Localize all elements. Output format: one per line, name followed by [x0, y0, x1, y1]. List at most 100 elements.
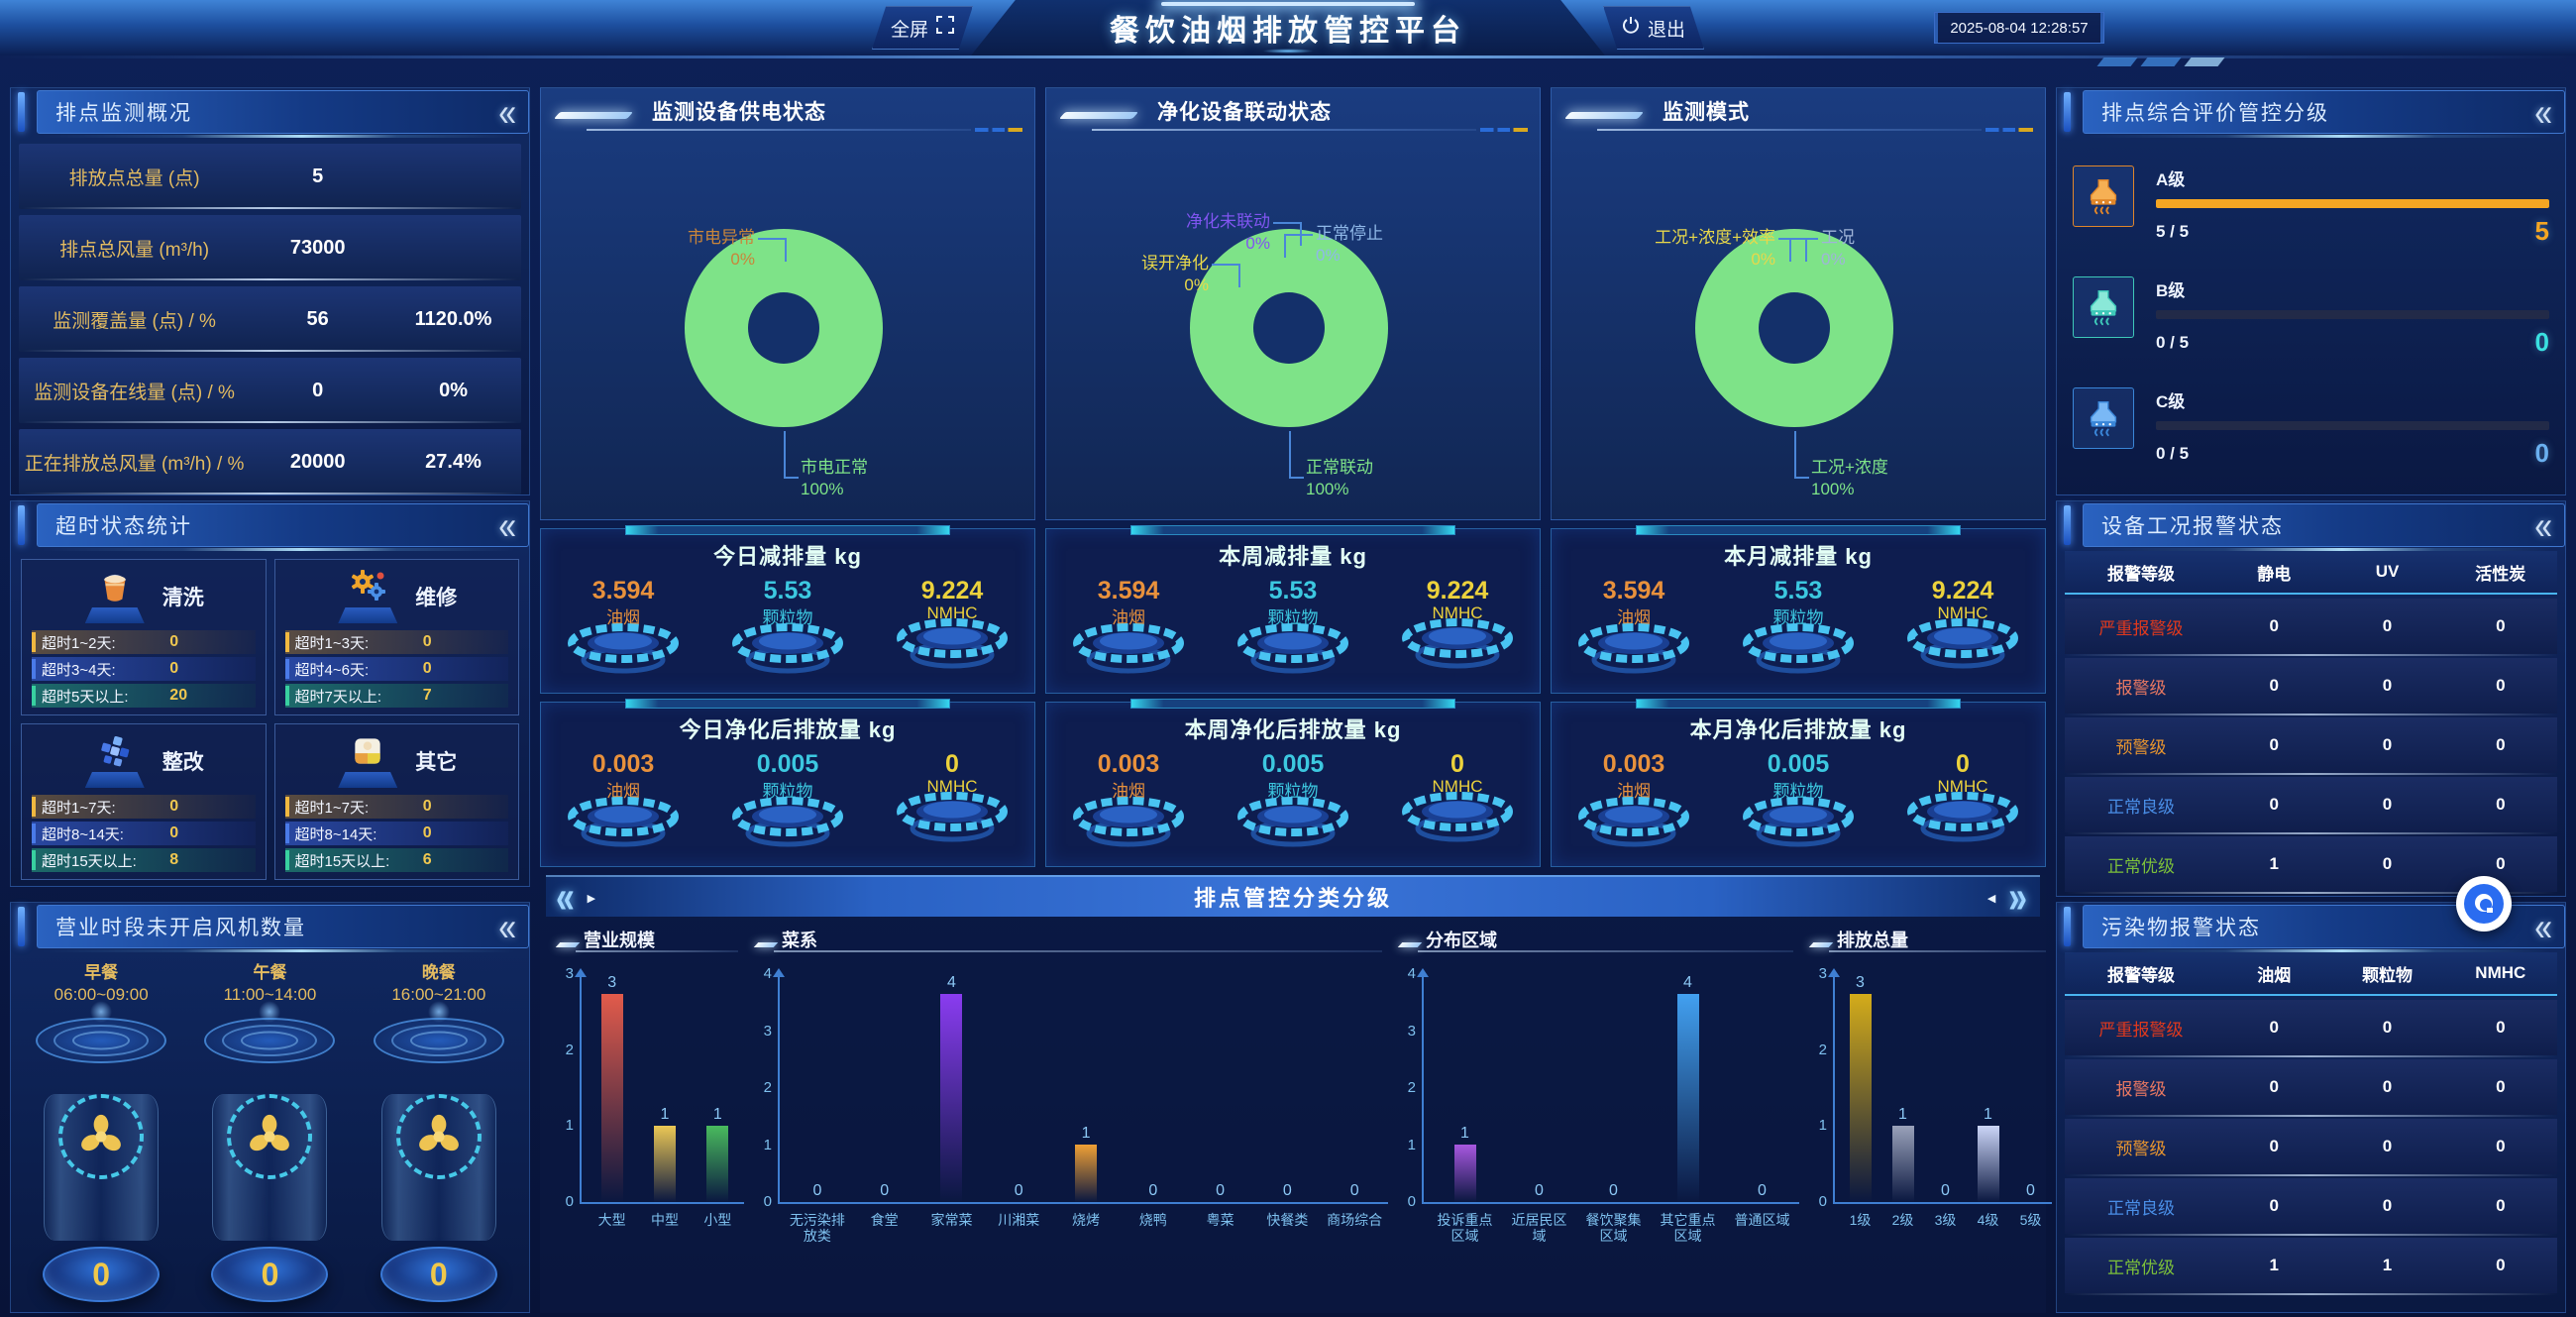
- fan-count-value: 0: [380, 1247, 497, 1302]
- bar-category-label: 家常菜: [918, 1206, 986, 1244]
- overview-row-label: 监测覆盖量 (点) / %: [19, 306, 250, 333]
- table-cell-value: 0: [2444, 1256, 2557, 1275]
- bar-category-label: 1级: [1839, 1206, 1881, 1228]
- table-header-cell: UV: [2330, 562, 2443, 582]
- assistant-floating-button[interactable]: [2456, 876, 2512, 932]
- rating-ratio: 5 / 5: [2156, 222, 2189, 242]
- logout-label: 退出: [1648, 15, 1685, 42]
- timeout-card-head: 其它: [285, 730, 509, 792]
- timeout-stat-row: 超时8~14天:0: [32, 822, 256, 845]
- timeout-stat-value: 0: [423, 798, 432, 816]
- rating-progress-track: [2156, 310, 2549, 319]
- y-tick-label: 4: [748, 965, 772, 982]
- timeout-stat-label: 超时5天以上:: [42, 686, 169, 707]
- rating-ratio: 0 / 5: [2156, 333, 2189, 353]
- table-cell-value: 1: [2217, 1256, 2330, 1275]
- pedestal-icon: [1375, 623, 1540, 676]
- pedestal-icon: [1375, 797, 1540, 849]
- bar-category-label: 餐饮聚集区域: [1576, 1206, 1651, 1244]
- bar-category-label: 小型: [692, 1206, 744, 1228]
- rating-item: B级0 / 50: [2073, 276, 2549, 358]
- metric-value: 3.594: [1552, 577, 1716, 605]
- timeout-card-name: 其它: [415, 746, 457, 776]
- table-row: 严重报警级000: [2065, 1000, 2557, 1055]
- collapse-chevron-icon[interactable]: «: [498, 907, 516, 946]
- timeout-stat-row: 超时8~14天:0: [285, 822, 509, 845]
- ripple-decoration: [200, 1015, 339, 1066]
- bar: [654, 1126, 676, 1202]
- bar-value-label: 1: [661, 1106, 670, 1124]
- slice-percent: 0%: [1655, 249, 1775, 271]
- table-cell-value: 0: [2444, 616, 2557, 636]
- bar-slot: 0: [1502, 974, 1576, 1202]
- panel-timeout-stats: 超时状态统计 « 清洗超时1~2天:0超时3~4天:0超时5天以上:20维修超时…: [10, 500, 530, 887]
- rating-grade-label: B级: [2156, 276, 2549, 301]
- ripple-decoration: [32, 1015, 170, 1066]
- bar-slot: 1: [1967, 974, 2009, 1202]
- bar-value-label: 1: [1898, 1106, 1907, 1124]
- title-container: 餐饮油烟排放管控平台: [971, 0, 1605, 55]
- prev-page-arrows: « ▸: [556, 877, 597, 919]
- table-cell-value: 0: [2217, 735, 2330, 755]
- panel-title-text: 排点监测概况: [55, 97, 192, 127]
- collapse-chevron-icon[interactable]: «: [2534, 907, 2552, 946]
- timeout-stat-value: 0: [169, 824, 178, 842]
- assistant-logo-icon: [2464, 884, 2504, 924]
- classification-title: 排点管控分类分级: [1194, 881, 1392, 913]
- table-cell-value: 0: [2330, 1077, 2443, 1097]
- bar-value-label: 1: [713, 1106, 722, 1124]
- pedestal-icon: [1880, 623, 2045, 676]
- range-hood-icon: [2073, 276, 2134, 338]
- table-row: 预警级000: [2065, 1119, 2557, 1174]
- emission-card-title: 今日净化后排放量 kg: [541, 713, 1034, 744]
- rating-item: C级0 / 50: [2073, 387, 2549, 469]
- metric-value: 0: [1375, 750, 1540, 779]
- collapse-chevron-icon[interactable]: «: [498, 505, 516, 545]
- timeout-stat-label: 超时1~3天:: [295, 632, 423, 653]
- rating-main: A级5 / 55: [2156, 165, 2549, 247]
- overview-rows: 排放点总量 (点)5 排点总风量 (m³/h)73000 监测覆盖量 (点) / %…: [11, 136, 529, 494]
- collapse-chevron-icon[interactable]: «: [2534, 92, 2552, 132]
- pedestal-icon: [1211, 802, 1375, 854]
- timeout-card-name: 维修: [415, 582, 457, 611]
- bar-slot: 1: [692, 974, 744, 1202]
- bar-value-label: 0: [2026, 1182, 2035, 1200]
- fullscreen-button[interactable]: 全屏: [872, 6, 973, 50]
- play-right-icon[interactable]: ▸: [588, 889, 598, 907]
- y-tick-label: 1: [1803, 1117, 1827, 1134]
- overview-row: 排放点总量 (点)5: [19, 144, 521, 209]
- bar-slot: 1: [1428, 974, 1502, 1202]
- slice-percent: 0%: [1821, 249, 1855, 271]
- x-axis: [1422, 1202, 1799, 1204]
- overview-row-label: 排点总风量 (m³/h): [19, 235, 250, 262]
- metric-value: 0.003: [541, 750, 705, 779]
- panel-monitor-overview-title: 排点监测概况 «: [11, 88, 529, 136]
- panel-monitor-overview: 排点监测概况 « 排放点总量 (点)5 排点总风量 (m³/h)73000 监测覆盖…: [10, 87, 530, 495]
- x-axis: [580, 1202, 744, 1204]
- emission-metric: 0.005颗粒物: [1716, 750, 1880, 854]
- table-cell-value: 0: [2217, 1018, 2330, 1038]
- logout-button[interactable]: 退出: [1603, 6, 1704, 50]
- table-row: 报警级000: [2065, 658, 2557, 713]
- fan-icon: [58, 1094, 144, 1179]
- fan-cylinder: [381, 1094, 496, 1241]
- y-tick-label: 1: [550, 1117, 574, 1134]
- table-cell-value: 0: [2330, 616, 2443, 636]
- collapse-chevron-icon[interactable]: «: [2534, 505, 2552, 545]
- fan-icon: [227, 1094, 312, 1179]
- overview-row-value: 73000: [250, 237, 385, 260]
- double-paren-left-icon[interactable]: «: [556, 872, 578, 925]
- emission-metric: 0.003油烟: [1552, 750, 1716, 854]
- fullscreen-label: 全屏: [891, 15, 928, 42]
- rating-value: 5: [2535, 216, 2549, 247]
- pedestal-icon: [870, 623, 1034, 676]
- double-paren-right-icon[interactable]: »: [2008, 872, 2030, 925]
- panel-title-text: 超时状态统计: [55, 510, 192, 540]
- pedestal-icon: [705, 628, 870, 681]
- collapse-chevron-icon[interactable]: «: [498, 92, 516, 132]
- rating-value: 0: [2535, 438, 2549, 469]
- table-row: 正常良级000: [2065, 1178, 2557, 1234]
- table-cell-value: 0: [2330, 1196, 2443, 1216]
- bar-value-label: 1: [1984, 1106, 1992, 1124]
- play-left-icon[interactable]: ◂: [1988, 889, 1999, 907]
